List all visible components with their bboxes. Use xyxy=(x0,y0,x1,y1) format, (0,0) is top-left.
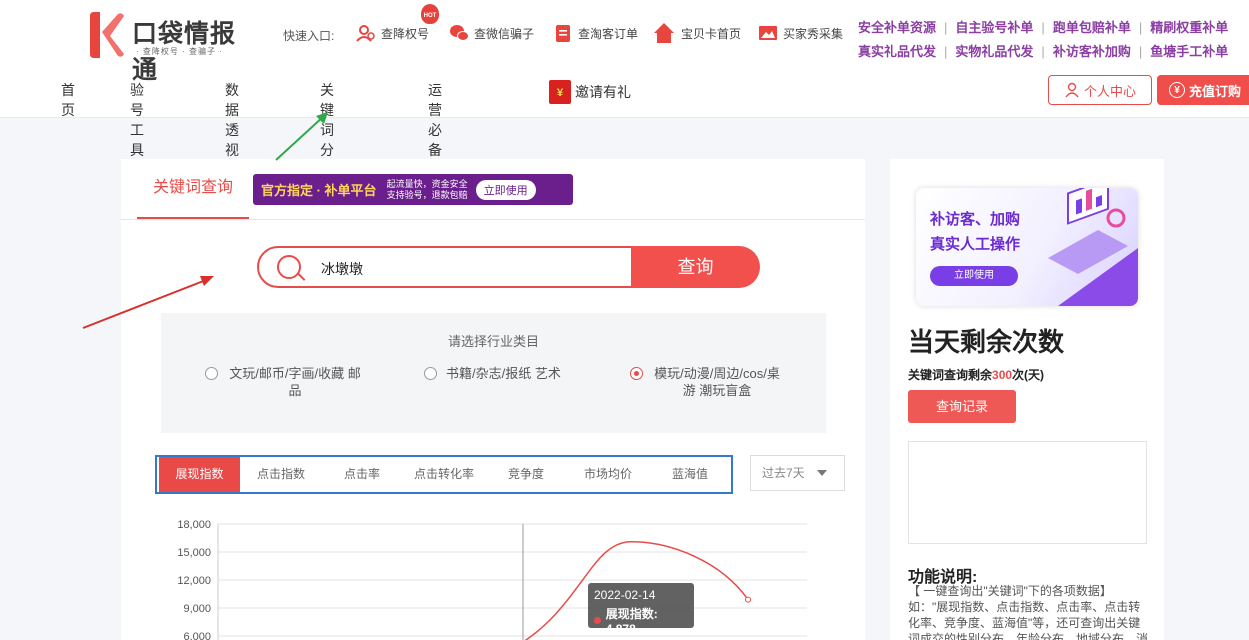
remaining-count-text: 关键词查询剩余300次(天) xyxy=(908,368,1045,382)
remaining-count-number: 300 xyxy=(992,368,1013,382)
promo-desc: 起流量快，资金安全 支持验号，退款包赔 xyxy=(386,178,468,200)
date-range-value: 过去7天 xyxy=(762,466,805,480)
red-envelope-icon: ¥ xyxy=(549,80,571,104)
service-link[interactable]: 实物礼品代发 xyxy=(955,40,1033,64)
search-button[interactable]: 查询 xyxy=(631,246,760,288)
service-link[interactable]: 补访客补加购 xyxy=(1053,40,1131,64)
info-placeholder-box xyxy=(908,441,1147,544)
service-link[interactable]: 跑单包赔补单 xyxy=(1053,16,1131,40)
ad-line-1: 补访客、加购 xyxy=(930,211,1021,228)
series-dot-icon xyxy=(594,617,601,624)
search-input[interactable]: 冰墩墩 xyxy=(257,246,633,288)
user-icon xyxy=(1065,82,1079,98)
quick-link-wechat-scam[interactable]: 查微信骗子 xyxy=(449,20,534,46)
quick-link-label: 买家秀采集 xyxy=(783,26,844,41)
radio-button[interactable] xyxy=(424,367,437,380)
quick-link-taoke-order[interactable]: 查淘客订单 xyxy=(553,20,638,46)
quick-link-label: 查淘客订单 xyxy=(578,26,639,41)
nav-item-verify-tools[interactable]: 验号工具 xyxy=(130,80,144,171)
tab-click-index[interactable]: 点击指数 xyxy=(240,457,322,492)
tab-avg-price[interactable]: 市场均价 xyxy=(566,457,650,492)
brand-tagline: · 查降权号 · 查骗子 · xyxy=(136,47,223,56)
side-panel: 补访客、加购 真实人工操作 立即使用 当天剩余次数 关键词查询剩余300次(天)… xyxy=(890,159,1164,640)
service-link[interactable]: 真实礼品代发 xyxy=(858,40,936,64)
user-search-icon xyxy=(356,25,375,42)
clipboard-icon xyxy=(556,25,570,42)
image-icon xyxy=(759,26,777,40)
promo-cta-button[interactable]: 立即使用 xyxy=(475,179,536,200)
ad-banner[interactable]: 补访客、加购 真实人工操作 立即使用 xyxy=(916,188,1138,306)
user-center-label: 个人中心 xyxy=(1083,83,1136,99)
remaining-count-title: 当天剩余次数 xyxy=(908,327,1065,357)
y-tick-label: 6,000 xyxy=(183,631,211,640)
tab-impression-index[interactable]: 展现指数 xyxy=(159,457,240,492)
keyword-query-panel: 关键词查询 官方指定 · 补单平台 起流量快，资金安全 支持验号，退款包赔 立即… xyxy=(121,159,865,640)
promo-banner[interactable]: 官方指定 · 补单平台 起流量快，资金安全 支持验号，退款包赔 立即使用 xyxy=(253,174,573,205)
service-link[interactable]: 鱼塘手工补单 xyxy=(1150,40,1228,64)
service-links: 安全补单资源 | 自主验号补单 | 跑单包赔补单 | 精刷权重补单 真实礼品代发 | 实… xyxy=(858,16,1228,64)
industry-option[interactable]: 模玩/动漫/周边/cos/桌游 潮玩盲盒 xyxy=(630,365,782,399)
tooltip-value: 展现指数: 4,878 xyxy=(605,607,658,636)
quick-link-baobeika[interactable]: 宝贝卡首页 xyxy=(652,20,741,46)
tab-conversion-rate[interactable]: 点击转化率 xyxy=(402,457,486,492)
ad-line-2: 真实人工操作 xyxy=(930,236,1021,253)
tab-keyword-query[interactable]: 关键词查询 xyxy=(137,159,249,219)
search-icon xyxy=(277,255,301,279)
industry-title: 请选择行业类目 xyxy=(447,334,539,349)
service-link[interactable]: 安全补单资源 xyxy=(858,16,936,40)
nav-item-home[interactable]: 首页 xyxy=(61,80,75,120)
service-link[interactable]: 精刷权重补单 xyxy=(1150,16,1228,40)
quick-link-demotion[interactable]: 查降权号 xyxy=(356,20,429,46)
chart-tooltip: 2022-02-14 展现指数: 4,878 xyxy=(588,583,694,636)
service-link[interactable]: 自主验号补单 xyxy=(955,16,1033,40)
industry-selector: 请选择行业类目 文玩/邮币/字画/收藏 邮品 书籍/杂志/报纸 艺术 模玩/动漫… xyxy=(161,313,826,433)
metric-tabs: 展现指数 点击指数 点击率 点击转化率 竞争度 市场均价 蓝海值 xyxy=(155,455,733,494)
query-history-button[interactable]: 查询记录 xyxy=(908,390,1016,423)
y-tick-label: 9,000 xyxy=(183,603,211,615)
recharge-label: 充值订购 xyxy=(1189,83,1242,99)
radio-button[interactable] xyxy=(205,367,218,380)
date-range-select[interactable]: 过去7天 xyxy=(750,455,845,491)
feature-description-text: 【 一键查询出"关键词"下的各项数据】 如："展现指数、点击指数、点击率、点击转… xyxy=(908,584,1149,640)
quick-entry-label: 快速入口: xyxy=(283,29,335,43)
yen-icon: ¥ xyxy=(1169,82,1185,98)
logo-mark-icon xyxy=(90,12,124,58)
logo[interactable]: 口袋情报通 · 查降权号 · 查骗子 · xyxy=(86,8,261,84)
quick-link-buyer-show[interactable]: 买家秀采集 xyxy=(758,20,843,46)
tab-competition[interactable]: 竞争度 xyxy=(486,457,566,492)
hot-badge: HOT xyxy=(421,4,439,24)
data-point xyxy=(745,596,751,603)
home-icon xyxy=(654,23,674,43)
radio-button-selected[interactable] xyxy=(630,367,643,380)
tooltip-date: 2022-02-14 xyxy=(594,588,656,602)
quick-link-label: 查降权号 xyxy=(381,26,430,41)
tab-blue-ocean[interactable]: 蓝海值 xyxy=(650,457,730,492)
search-input-value: 冰墩墩 xyxy=(321,261,363,277)
recharge-button[interactable]: ¥ 充值订购 xyxy=(1157,75,1249,105)
quick-link-label: 查微信骗子 xyxy=(474,26,535,41)
tab-ctr[interactable]: 点击率 xyxy=(322,457,402,492)
industry-option[interactable]: 书籍/杂志/报纸 艺术 xyxy=(424,365,564,382)
promo-title: 官方指定 · 补单平台 xyxy=(261,183,377,198)
industry-option[interactable]: 文玩/邮币/字画/收藏 邮品 xyxy=(205,365,363,399)
nav-item-data-pivot[interactable]: 数据透视 xyxy=(225,80,239,171)
invite-label: 邀请有礼 xyxy=(575,84,631,100)
y-tick-label: 15,000 xyxy=(177,547,211,559)
user-center-button[interactable]: 个人中心 xyxy=(1048,75,1152,105)
ad-cta-button[interactable]: 立即使用 xyxy=(930,266,1018,286)
y-tick-label: 18,000 xyxy=(177,519,211,531)
wechat-icon xyxy=(450,25,469,41)
y-tick-label: 12,000 xyxy=(177,575,211,587)
caret-down-icon xyxy=(817,470,827,476)
isometric-dashboard-illustration xyxy=(1048,188,1138,306)
top-header: 口袋情报通 · 查降权号 · 查骗子 · 快速入口: 查降权号 HOT 查微信骗… xyxy=(0,0,1249,211)
tab-divider xyxy=(121,219,865,220)
nav-item-invite[interactable]: ¥ 邀请有礼 xyxy=(549,80,631,104)
quick-link-label: 宝贝卡首页 xyxy=(681,26,742,41)
line-chart[interactable]: 18,000 15,000 12,000 9,000 6,000 xyxy=(121,509,865,640)
